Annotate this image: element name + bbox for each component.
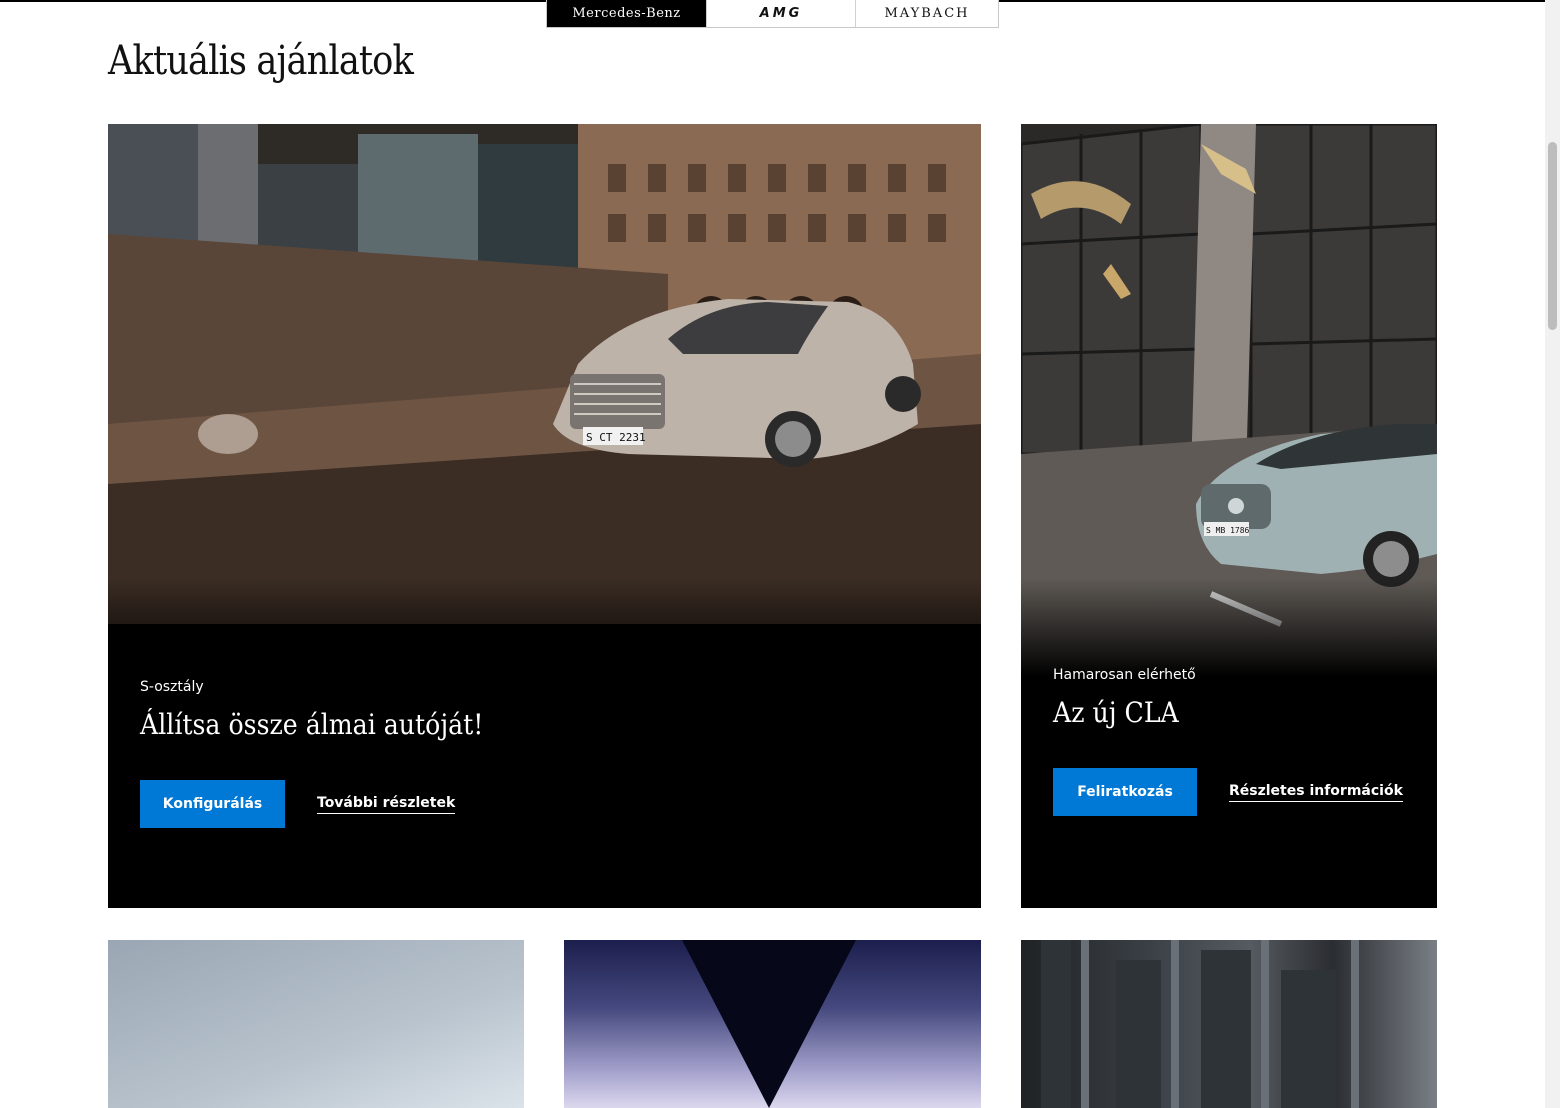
brand-switcher: Mercedes-Benz AMG MAYBACH (546, 0, 999, 28)
offer-card-s-class: S CT 2231 S-osztály Állítsa össze álmai … (108, 124, 981, 908)
s-class-hero-image: S CT 2231 (108, 124, 981, 624)
offer-tile-image[interactable] (1021, 940, 1437, 1108)
section-title: Aktuális ajánlatok (108, 38, 414, 84)
brand-tab-maybach[interactable]: MAYBACH (855, 0, 998, 27)
offer-tile-graphic (1041, 940, 1359, 1108)
offer-tile-image[interactable] (108, 940, 524, 1108)
card-gradient-overlay (108, 578, 981, 908)
card-eyebrow: Hamarosan elérhető (1053, 667, 1196, 683)
vertical-scrollbar[interactable] (1545, 0, 1560, 1108)
scrollbar-thumb[interactable] (1548, 142, 1557, 330)
cla-license-plate: S MB 1786 (1206, 526, 1250, 535)
card-eyebrow: S-osztály (140, 679, 204, 695)
offer-card-cla: S MB 1786 Hamarosan elérhető Az új CLA F… (1021, 124, 1437, 908)
subscribe-button[interactable]: Feliratkozás (1053, 768, 1197, 816)
card-headline: Állítsa össze álmai autóját! (140, 708, 484, 741)
offer-tile-image[interactable] (564, 940, 981, 1108)
card-headline: Az új CLA (1053, 696, 1179, 729)
brand-tab-mercedes-benz[interactable]: Mercedes-Benz (547, 0, 706, 27)
offer-tile-graphic (682, 940, 856, 1108)
s-class-license-plate: S CT 2231 (586, 431, 646, 444)
card-gradient-overlay (1021, 578, 1437, 908)
brand-tab-amg[interactable]: AMG (706, 0, 855, 27)
more-details-link[interactable]: További részletek (317, 795, 456, 814)
detailed-info-link[interactable]: Részletes információk (1229, 783, 1403, 802)
configure-button[interactable]: Konfigurálás (140, 780, 285, 828)
